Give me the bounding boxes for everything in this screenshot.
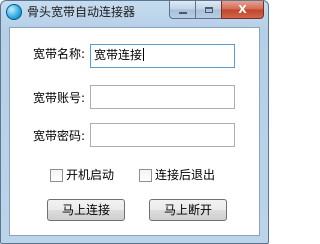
disconnect-now-button[interactable]: 马上断开 [149,199,227,221]
exit-after-connect-checkbox[interactable] [139,168,152,182]
text-caret [143,48,145,61]
autostart-checkbox-row[interactable]: 开机启动 [50,168,114,182]
maximize-button[interactable] [195,1,221,19]
minimize-button[interactable] [169,1,195,19]
autostart-checkbox[interactable] [50,168,63,182]
broadband-account-label: 宽带账号: [33,91,86,105]
close-icon: X [238,3,247,16]
title-bar[interactable]: 骨头宽带自动连接器 X [1,1,268,24]
broadband-account-input[interactable] [90,85,235,109]
client-area: 宽带名称: 宽带连接 宽带账号: 宽带密码: 开机启动 连接后退出 马上连接 马… [9,27,260,236]
broadband-password-label: 宽带密码: [33,129,86,143]
window-title: 骨头宽带自动连接器 [27,5,136,19]
app-globe-icon [6,4,22,20]
broadband-password-input[interactable] [90,123,235,147]
caption-buttons: X [169,1,264,19]
broadband-name-input[interactable]: 宽带连接 [90,44,235,68]
autostart-label: 开机启动 [66,168,115,182]
broadband-name-value: 宽带连接 [94,48,143,62]
maximize-icon [204,6,213,13]
exit-after-connect-label: 连接后退出 [155,168,216,182]
connect-now-button[interactable]: 马上连接 [47,199,125,221]
close-button[interactable]: X [221,1,264,19]
app-window: 骨头宽带自动连接器 X 宽带名称: 宽带连接 宽带账号: 宽带密码: 开机启动 … [0,0,269,244]
broadband-name-label: 宽带名称: [33,47,86,61]
minimize-icon [178,11,187,14]
exit-after-connect-checkbox-row[interactable]: 连接后退出 [139,168,215,182]
